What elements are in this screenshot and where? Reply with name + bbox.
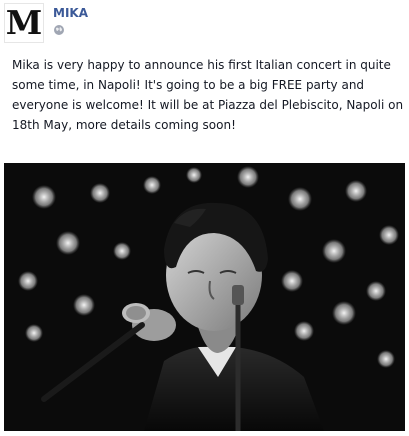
page-avatar[interactable]: M [4,3,44,43]
post-photo[interactable] [4,163,405,431]
svg-text:M: M [7,6,41,40]
post-meta: MIKA [53,6,88,36]
mika-logo: M [7,6,41,40]
facebook-post: M MIKA Mika is very happy to announce hi… [0,0,409,436]
globe-icon[interactable] [53,24,65,36]
concert-photo-image [4,163,405,431]
post-message: Mika is very happy to announce his first… [12,58,404,132]
page-name-link[interactable]: MIKA [53,6,88,20]
post-header: M MIKA [4,3,88,43]
